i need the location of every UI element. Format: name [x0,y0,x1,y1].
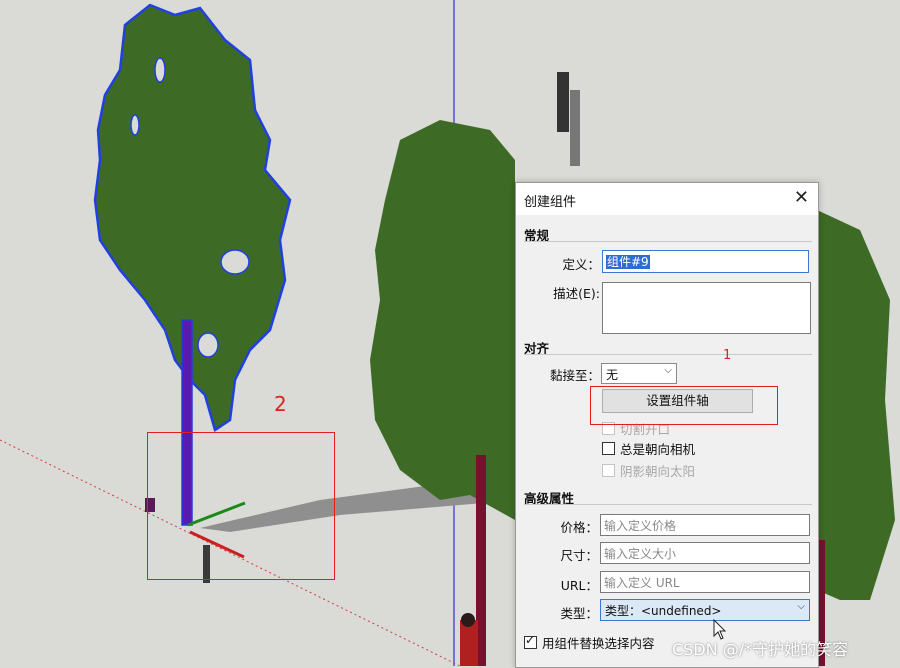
url-label: URL： [560,578,598,593]
url-input[interactable]: 输入定义 URL [600,571,810,593]
always-face-camera-label: 总是朝向相机 [620,442,696,457]
price-label: 价格： [560,520,598,535]
size-label: 尺寸： [560,548,598,563]
glue-to-label: 黏接至： [549,368,600,383]
person-head [461,613,475,627]
foliage-gap [130,114,140,136]
glue-to-select[interactable]: 无 ⌵ [601,363,677,384]
definition-value: 组件#9 [606,255,650,269]
annotation-number-1: 1 [723,348,732,363]
annotation-number-2: 2 [274,392,287,416]
checkbox-box-checked [524,633,537,649]
checkbox-box [602,464,615,477]
distant-object [557,72,569,132]
always-face-camera-checkbox[interactable]: 总是朝向相机 [602,439,695,458]
definition-label: 定义： [562,257,600,272]
distant-object [570,90,580,166]
close-icon[interactable]: ✕ [794,187,809,208]
foliage-gap [220,249,250,275]
checkbox-box [602,442,615,455]
replace-selection-label: 用组件替换选择内容 [542,636,655,651]
description-label: 描述(E): [553,286,600,301]
shadows-face-sun-label: 阴影朝向太阳 [620,464,696,479]
chevron-down-icon: ⌵ [664,365,672,376]
glue-to-value: 无 [606,368,619,382]
foliage-gap [154,57,166,83]
annotation-box-2 [147,432,335,580]
size-input[interactable]: 输入定义大小 [600,542,810,564]
description-textarea[interactable] [602,282,811,334]
create-component-dialog: 创建组件 ✕ 常规 定义： 组件#9 描述(E): 对齐 黏接至： 无 ⌵ 设置… [515,182,819,668]
divider [524,354,812,355]
shadows-face-sun-checkbox[interactable]: 阴影朝向太阳 [602,461,695,480]
type-label: 类型： [560,606,598,621]
divider [524,241,812,242]
definition-input[interactable]: 组件#9 [602,250,809,273]
type-value: 类型：<undefined> [605,604,722,618]
replace-selection-checkbox[interactable]: 用组件替换选择内容 [524,633,655,652]
type-select[interactable]: 类型：<undefined> ⌵ [600,599,810,621]
price-input[interactable]: 输入定义价格 [600,514,810,536]
watermark: CSDN @/*守护她的笑容 [672,640,849,659]
divider [524,504,812,505]
dialog-titlebar: 创建组件 ✕ [516,183,818,215]
foliage-gap [197,332,219,358]
dialog-title: 创建组件 [524,195,577,210]
annotation-box-1 [590,386,778,425]
chevron-down-icon: ⌵ [797,601,805,612]
